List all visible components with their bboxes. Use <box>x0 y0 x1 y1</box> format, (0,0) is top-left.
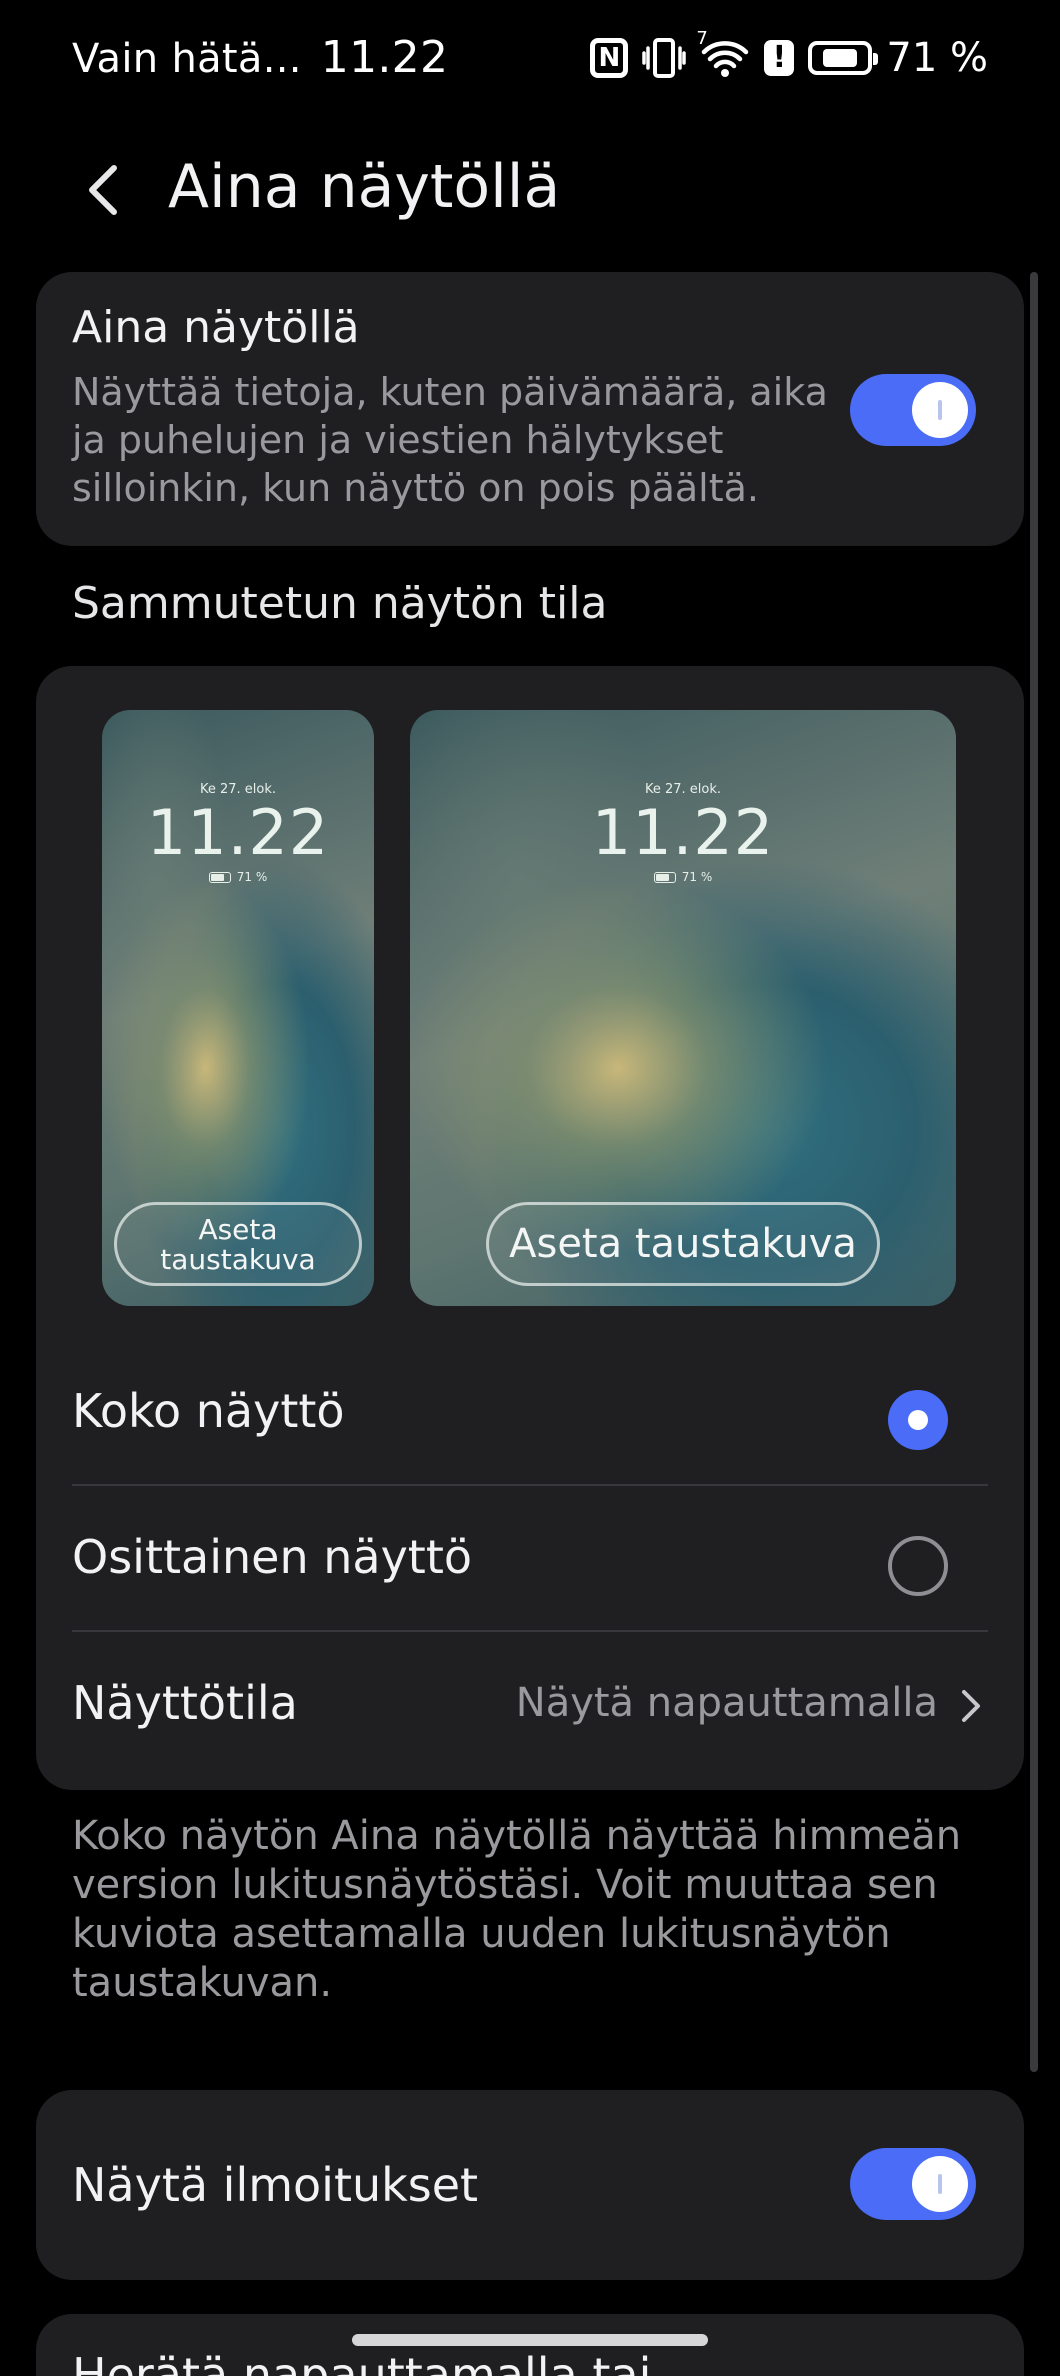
status-bar: Vain hätä... 11.22 N 7 ! 71 % <box>0 0 1060 110</box>
display-mode-value: Näytä napauttamalla <box>515 1680 938 1726</box>
wake-label: Herätä napauttamalla tai <box>72 2348 652 2376</box>
mode-footnote: Koko näytön Aina näytöllä näyttää himmeä… <box>72 1813 962 2006</box>
preview-battery-text: 71 % <box>236 870 268 884</box>
notifications-toggle[interactable] <box>850 2148 976 2220</box>
aod-description: Näyttää tietoja, kuten päivämäärä, aika … <box>72 370 828 510</box>
toggle-knob <box>912 2156 968 2212</box>
status-time: 11.22 <box>320 32 449 83</box>
option-label: Koko näyttö <box>72 1384 345 1438</box>
option-partial-screen[interactable]: Osittainen näyttö <box>72 1486 988 1630</box>
aod-toggle-card[interactable]: Aina näytöllä Näyttää tietoja, kuten päi… <box>36 272 1024 546</box>
notifications-label: Näytä ilmoitukset <box>72 2158 479 2212</box>
screen-mode-card: Ke 27. elok. 11.22 71 % Aseta taustakuva… <box>36 666 1024 1790</box>
notifications-card[interactable]: Näytä ilmoitukset <box>36 2090 1024 2280</box>
alert-icon: ! <box>764 40 795 76</box>
battery-icon <box>653 871 676 883</box>
preview-time: 11.22 <box>591 796 775 869</box>
radio-unselected[interactable] <box>888 1536 948 1596</box>
wifi-icon: 7 <box>696 28 750 80</box>
nfc-icon: N <box>590 38 629 78</box>
battery-icon <box>208 871 231 883</box>
full-screen-preview[interactable]: Ke 27. elok. 11.22 71 % Aseta taustakuva <box>410 710 956 1306</box>
preview-date: Ke 27. elok. <box>644 782 722 797</box>
battery-percent: 71 % <box>886 35 988 81</box>
scrollbar[interactable] <box>1030 272 1038 2072</box>
gesture-bar[interactable] <box>352 2334 708 2346</box>
status-left: Vain hätä... 11.22 <box>72 32 448 83</box>
chevron-right-icon <box>954 1684 988 1728</box>
toggle-knob <box>912 382 968 438</box>
carrier-text: Vain hätä... <box>72 36 302 82</box>
radio-selected[interactable] <box>888 1390 948 1450</box>
preview-date: Ke 27. elok. <box>199 782 277 797</box>
set-wallpaper-button-small[interactable]: Aseta taustakuva <box>114 1202 362 1286</box>
preview-battery: 71 % <box>102 870 374 884</box>
display-mode-label: Näyttötila <box>72 1676 298 1730</box>
page-header: Aina näytöllä <box>0 130 1060 250</box>
vibrate-icon <box>642 36 687 80</box>
aod-toggle[interactable] <box>850 374 976 446</box>
network-badge: 7 <box>696 28 708 49</box>
display-mode-row[interactable]: Näyttötila Näytä napauttamalla <box>72 1632 988 1776</box>
option-full-screen[interactable]: Koko näyttö <box>72 1340 988 1484</box>
preview-battery-text: 71 % <box>681 870 713 884</box>
preview-battery: 71 % <box>410 870 956 884</box>
battery-icon <box>808 41 879 75</box>
set-wallpaper-button-large[interactable]: Aseta taustakuva <box>486 1202 880 1286</box>
preview-time: 11.22 <box>146 796 330 869</box>
status-right: N 7 ! 71 % <box>590 28 988 86</box>
option-label: Osittainen näyttö <box>72 1530 473 1584</box>
page-title: Aina näytöllä <box>168 152 561 222</box>
back-arrow-icon[interactable] <box>74 158 134 222</box>
aod-title: Aina näytöllä <box>72 302 360 353</box>
section-title: Sammutetun näytön tila <box>72 578 608 629</box>
partial-screen-preview[interactable]: Ke 27. elok. 11.22 71 % Aseta taustakuva <box>102 710 374 1306</box>
